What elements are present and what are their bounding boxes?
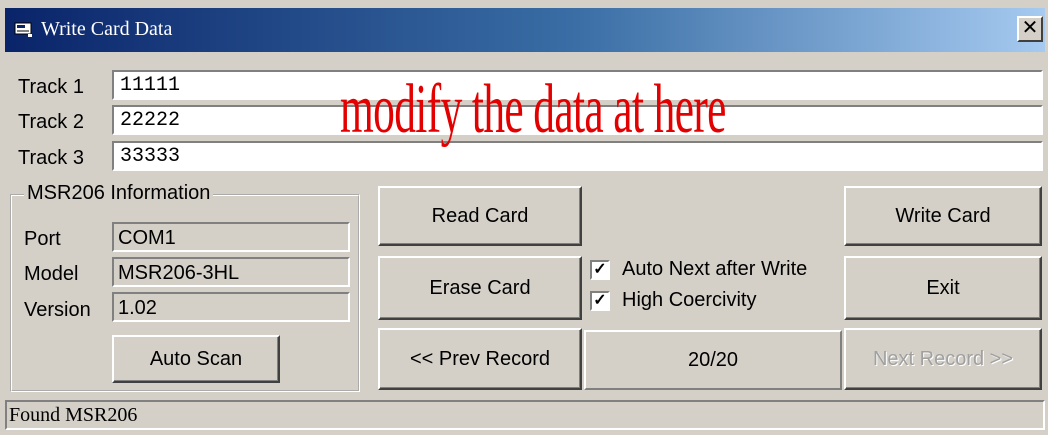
annotation-text: modify the data at here — [340, 71, 726, 148]
auto-next-option[interactable]: ✓ Auto Next after Write — [590, 258, 807, 281]
card-reader-icon — [14, 22, 32, 37]
read-card-button[interactable]: Read Card — [378, 186, 582, 246]
model-field: MSR206-3HL — [112, 257, 350, 287]
auto-scan-button[interactable]: Auto Scan — [112, 335, 280, 383]
model-label: Model — [24, 263, 79, 285]
erase-card-button[interactable]: Erase Card — [378, 256, 582, 320]
close-button[interactable]: ✕ — [1017, 16, 1043, 42]
auto-next-label: Auto Next after Write — [622, 258, 808, 280]
prev-record-button[interactable]: << Prev Record — [378, 328, 582, 390]
record-counter: 20/20 — [584, 330, 842, 390]
status-bar: Found MSR206 — [5, 400, 1045, 430]
track-2-label: Track 2 — [18, 111, 84, 133]
port-field: COM1 — [112, 222, 350, 252]
close-icon: ✕ — [1021, 17, 1039, 39]
next-record-button[interactable]: Next Record >> — [844, 328, 1042, 390]
write-card-dialog: Write Card Data ✕ Track 1 Track 2 Track … — [0, 0, 1048, 435]
auto-next-checkbox[interactable]: ✓ — [590, 259, 610, 280]
write-card-button[interactable]: Write Card — [844, 186, 1042, 246]
high-coercivity-checkbox[interactable]: ✓ — [590, 290, 610, 311]
version-label: Version — [24, 299, 91, 321]
track-3-label: Track 3 — [18, 147, 84, 169]
window-title: Write Card Data — [41, 18, 173, 40]
version-field: 1.02 — [112, 292, 350, 322]
exit-button[interactable]: Exit — [844, 256, 1042, 320]
track-1-label: Track 1 — [18, 76, 84, 98]
group-title: MSR206 Information — [24, 182, 214, 205]
high-coercivity-label: High Coercivity — [622, 289, 757, 311]
title-bar[interactable]: Write Card Data ✕ — [5, 8, 1045, 52]
port-label: Port — [24, 228, 61, 250]
high-coercivity-option[interactable]: ✓ High Coercivity — [590, 289, 756, 312]
